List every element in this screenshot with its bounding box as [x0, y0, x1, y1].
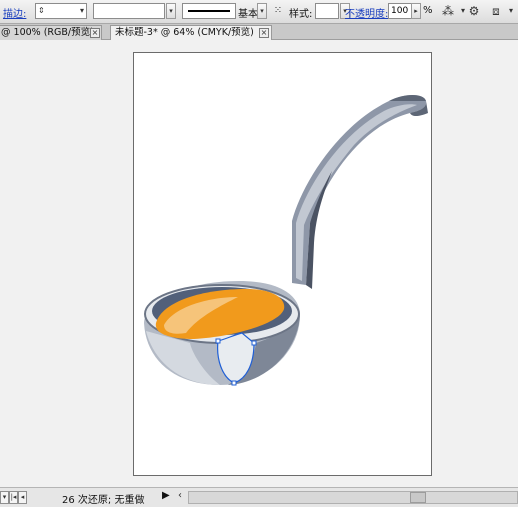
- anchor-point[interactable]: [231, 380, 237, 386]
- stroke-label[interactable]: 描边:: [3, 5, 26, 20]
- control-bar: 描边: ⇕ ▾ ▾ 基本 ▾ ⁙ 样式: ▾ 不透明度: ▸ % ⁂ ▾ ⚙ ⧈…: [0, 0, 518, 24]
- artboard[interactable]: [133, 52, 432, 476]
- close-icon[interactable]: ×: [259, 28, 269, 38]
- status-bar: ▾ |◂ ◂ 26 次还原; 无重做 ▶ ‹: [0, 487, 518, 507]
- ladle-handle-highlight: [296, 104, 417, 281]
- horizontal-scrollbar[interactable]: [188, 491, 518, 504]
- variable-width-dropdown[interactable]: ▾: [166, 3, 176, 19]
- opacity-unit: %: [423, 5, 433, 16]
- previous-artboard-button[interactable]: ◂: [18, 491, 27, 504]
- anchor-point[interactable]: [251, 340, 257, 346]
- first-artboard-button[interactable]: |◂: [9, 491, 18, 504]
- status-menu-button[interactable]: ▶: [162, 490, 170, 501]
- history-status: 26 次还原; 无重做: [62, 495, 145, 506]
- recolor-artwork-icon[interactable]: ⁂: [440, 3, 456, 19]
- stroke-weight-field[interactable]: ⇕ ▾: [35, 3, 87, 19]
- align-to-selection-icon[interactable]: ⁙: [270, 3, 286, 19]
- variable-width-field[interactable]: [93, 3, 165, 19]
- style-label: 样式:: [289, 9, 313, 20]
- transform-dropdown-icon[interactable]: ▾: [503, 3, 518, 19]
- gear-icon[interactable]: ⚙: [466, 3, 482, 19]
- stroke-profile-preview[interactable]: [182, 3, 236, 19]
- tab-document-2[interactable]: 未标题-3* @ 64% (CMYK/预览) ×: [110, 25, 272, 40]
- document-tabs: @ 100% (RGB/预览) × 未标题-3* @ 64% (CMYK/预览)…: [0, 24, 518, 40]
- close-icon[interactable]: ×: [90, 28, 100, 38]
- anchor-point[interactable]: [215, 338, 221, 344]
- opacity-dropdown[interactable]: ▸: [411, 3, 421, 19]
- zoom-stepper-icon[interactable]: ▾: [0, 491, 9, 504]
- stroke-weight-stepper-icon[interactable]: ⇕: [38, 4, 45, 18]
- tab-document-1[interactable]: @ 100% (RGB/预览) ×: [0, 25, 102, 40]
- opacity-label[interactable]: 不透明度:: [345, 5, 388, 20]
- scroll-left-icon[interactable]: ‹: [178, 490, 182, 501]
- scrollbar-thumb[interactable]: [410, 492, 426, 503]
- brush-label: 基本: [238, 9, 258, 20]
- graphic-style-swatch[interactable]: [315, 3, 339, 19]
- brush-dropdown[interactable]: ▾: [257, 3, 267, 19]
- transform-icon[interactable]: ⧈: [488, 3, 504, 19]
- ladle-artwork[interactable]: [134, 53, 433, 477]
- chevron-down-icon[interactable]: ▾: [80, 4, 84, 18]
